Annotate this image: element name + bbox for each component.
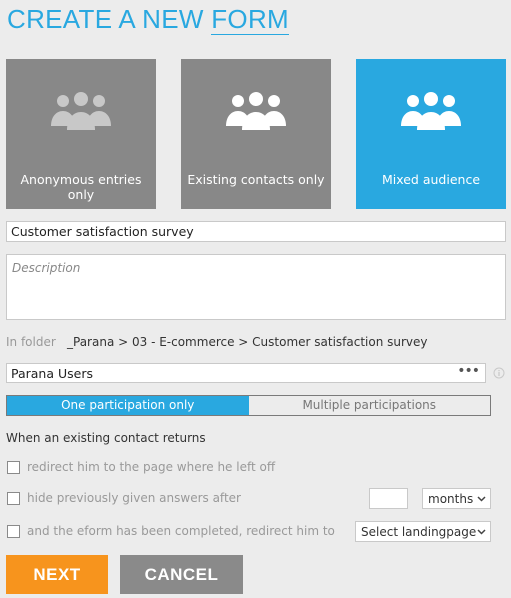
tile-label: Mixed audience bbox=[381, 172, 481, 187]
hide-answers-label: hide previously given answers after bbox=[27, 491, 241, 505]
completed-redirect-label: and the eform has been completed, redire… bbox=[27, 524, 335, 538]
redirect-left-off-label: redirect him to the page where he left o… bbox=[27, 460, 276, 474]
more-options-button[interactable]: ••• bbox=[457, 363, 480, 379]
multiple-participations-option[interactable]: Multiple participations bbox=[249, 396, 491, 415]
form-name-input[interactable]: Customer satisfaction survey bbox=[6, 221, 506, 242]
landingpage-select[interactable]: Select landingpage bbox=[355, 521, 491, 542]
group-icon bbox=[51, 92, 111, 130]
chevron-down-icon bbox=[477, 529, 486, 535]
cancel-button[interactable]: CANCEL bbox=[120, 555, 243, 594]
chevron-down-icon bbox=[477, 496, 486, 502]
months-amount-input[interactable] bbox=[369, 488, 408, 509]
audience-tile-existing[interactable]: Existing contacts only bbox=[181, 59, 331, 209]
months-select-value: months bbox=[428, 492, 474, 506]
description-textarea[interactable]: Description bbox=[6, 254, 506, 320]
one-participation-option[interactable]: One participation only bbox=[7, 396, 249, 415]
redirect-left-off-row: redirect him to the page where he left o… bbox=[7, 460, 275, 474]
folder-path[interactable]: _Parana > 03 - E-commerce > Customer sat… bbox=[67, 335, 428, 349]
returning-contact-heading: When an existing contact returns bbox=[6, 431, 206, 445]
audience-tile-mixed[interactable]: Mixed audience bbox=[356, 59, 506, 209]
hide-answers-checkbox[interactable] bbox=[7, 491, 20, 505]
completed-redirect-row: and the eform has been completed, redire… bbox=[7, 524, 335, 538]
folder-label: In folder bbox=[6, 335, 56, 349]
months-select[interactable]: months bbox=[422, 488, 491, 509]
redirect-left-off-checkbox[interactable] bbox=[7, 460, 20, 474]
audience-tile-anonymous[interactable]: Anonymous entries only bbox=[6, 59, 156, 209]
page-title: CREATE A NEW FORM bbox=[7, 4, 289, 35]
group-icon bbox=[401, 92, 461, 130]
hide-answers-row: hide previously given answers after bbox=[7, 491, 241, 505]
completed-redirect-checkbox[interactable] bbox=[7, 524, 20, 538]
next-button[interactable]: NEXT bbox=[6, 555, 108, 594]
tile-label: Existing contacts only bbox=[187, 172, 325, 187]
info-icon[interactable] bbox=[493, 367, 505, 379]
tile-label: Anonymous entries only bbox=[20, 172, 142, 202]
group-icon bbox=[226, 92, 286, 130]
landingpage-select-value: Select landingpage bbox=[361, 525, 477, 539]
user-group-input[interactable]: Parana Users ••• bbox=[6, 363, 486, 383]
participation-toggle: One participation only Multiple particip… bbox=[6, 395, 491, 416]
user-group-value: Parana Users bbox=[11, 366, 93, 381]
